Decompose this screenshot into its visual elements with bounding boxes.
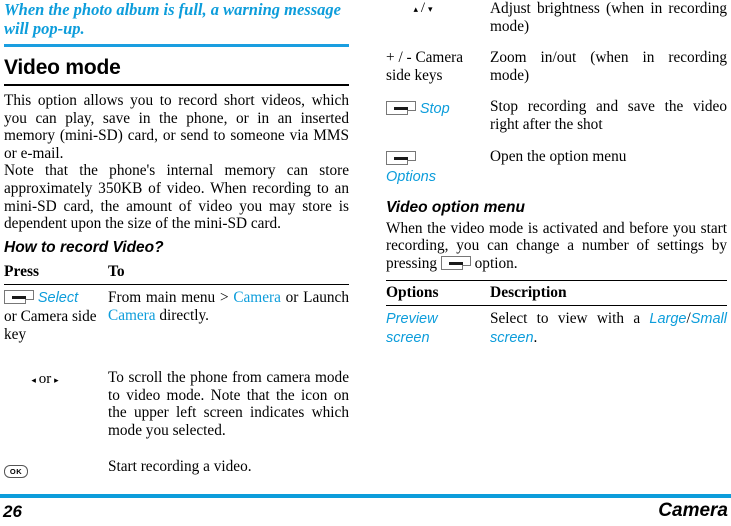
description-cell: Adjust brightness (when in recording mod… — [490, 0, 727, 35]
column-header-to: To — [108, 262, 125, 280]
softkey-label-select: Select — [37, 290, 79, 307]
table-row: + / - Camera side keys Zoom in/out (when… — [386, 41, 727, 90]
intro-text-after-key: option. — [474, 254, 518, 272]
intro-text-before-key: When the video mode is activated and bef… — [386, 219, 727, 272]
softkey-icon — [386, 150, 416, 165]
to-cell: To scroll the phone from camera mode to … — [108, 369, 349, 439]
intro-paragraph-1: This option allows you to record short v… — [4, 92, 349, 162]
up-down-arrows-icon: ▴ / ▾ — [386, 0, 482, 20]
table-header-row: Press To — [4, 260, 349, 285]
right-arrow-icon: ▸ — [54, 376, 59, 387]
press-cell: ◂ or ▸ — [4, 349, 108, 445]
press-cell-text: or Camera side key — [4, 307, 97, 343]
column-header-press: Press — [4, 262, 40, 280]
softkey-icon — [4, 290, 34, 305]
desc-part-large: Large — [649, 311, 687, 328]
table-header-row: Options Description — [386, 281, 727, 306]
to-text-part-camera: Camera — [233, 289, 281, 307]
video-options-table: Options Description Preview screen Selec… — [386, 281, 727, 354]
description-cell: Zoom in/out (when in recording mode) — [490, 49, 727, 84]
desc-part: Select to view with a — [490, 310, 650, 328]
up-arrow-icon: ▴ — [413, 5, 419, 15]
intro-paragraph-2: Note that the phone's internal memory ca… — [4, 162, 349, 233]
softkey-label-stop: Stop — [419, 101, 450, 118]
press-cell: Stop — [386, 90, 490, 139]
description-cell: Select to view with a Large/Small screen… — [490, 305, 727, 354]
softkey-icon — [386, 101, 416, 116]
subheading-video-option-menu: Video option menu — [386, 198, 525, 216]
callout-note: When the photo album is full, a warning … — [4, 0, 341, 38]
table-row: Select or Camera side key From main menu… — [4, 284, 349, 350]
ok-key-icon: OK — [4, 464, 28, 478]
left-column: When the photo album is full, a warning … — [4, 0, 349, 484]
to-cell: From main menu > Camera or Launch Camera… — [108, 284, 349, 350]
manual-page: When the photo album is full, a warning … — [0, 0, 731, 526]
to-cell: Start recording a video. — [108, 457, 252, 475]
table-row: OK Start recording a video. — [4, 446, 349, 484]
press-cell: Select or Camera side key — [4, 284, 108, 350]
page-footer: 26 Camera — [0, 498, 731, 526]
table-row: Preview screen Select to view with a Lar… — [386, 305, 727, 354]
arrow-separator: / — [420, 0, 426, 16]
right-column: ▴ / ▾ Adjust brightness (when in recordi… — [386, 0, 727, 354]
option-name-preview-screen: Preview screen — [386, 311, 438, 346]
table-row: Stop Stop recording and save the video r… — [386, 90, 727, 139]
press-cell: OK — [4, 446, 108, 484]
table-row: ◂ or ▸ To scroll the phone from camera m… — [4, 349, 349, 445]
table-row: Options Open the option menu — [386, 140, 727, 193]
key-actions-table: Press To Select or Camera side key From … — [4, 260, 349, 484]
press-cell: + / - Camera side keys — [386, 49, 464, 84]
description-cell: Open the option menu — [490, 147, 627, 165]
table-row: ▴ / ▾ Adjust brightness (when in recordi… — [386, 0, 728, 41]
left-arrow-icon: ◂ — [31, 376, 36, 387]
video-option-intro: When the video mode is activated and bef… — [386, 220, 727, 273]
arrow-separator: or — [38, 371, 52, 388]
left-right-arrows-icon: ◂ or ▸ — [4, 371, 100, 391]
desc-part: . — [533, 328, 538, 346]
page-number: 26 — [3, 502, 22, 521]
key-actions-table-continued: ▴ / ▾ Adjust brightness (when in recordi… — [386, 0, 727, 193]
softkey-icon — [440, 255, 471, 270]
option-cell: Preview screen — [386, 305, 490, 354]
column-header-options: Options — [386, 283, 439, 301]
blue-divider-rule — [4, 44, 349, 47]
to-text-part: directly. — [155, 306, 209, 324]
press-cell: Options — [386, 140, 490, 193]
subheading-how-to-record: How to record Video? — [4, 238, 164, 256]
to-text-part-camera: Camera — [108, 306, 156, 324]
press-cell: ▴ / ▾ — [386, 0, 490, 41]
description-cell: Stop recording and save the video right … — [490, 98, 727, 133]
to-text-part: or Launch — [280, 289, 349, 307]
page-title: Video mode — [4, 56, 121, 79]
column-header-description: Description — [490, 283, 567, 301]
to-text-part: From main menu > — [108, 289, 234, 307]
down-arrow-icon: ▾ — [427, 5, 433, 15]
softkey-label-options: Options — [386, 169, 436, 186]
running-head: Camera — [658, 500, 728, 521]
